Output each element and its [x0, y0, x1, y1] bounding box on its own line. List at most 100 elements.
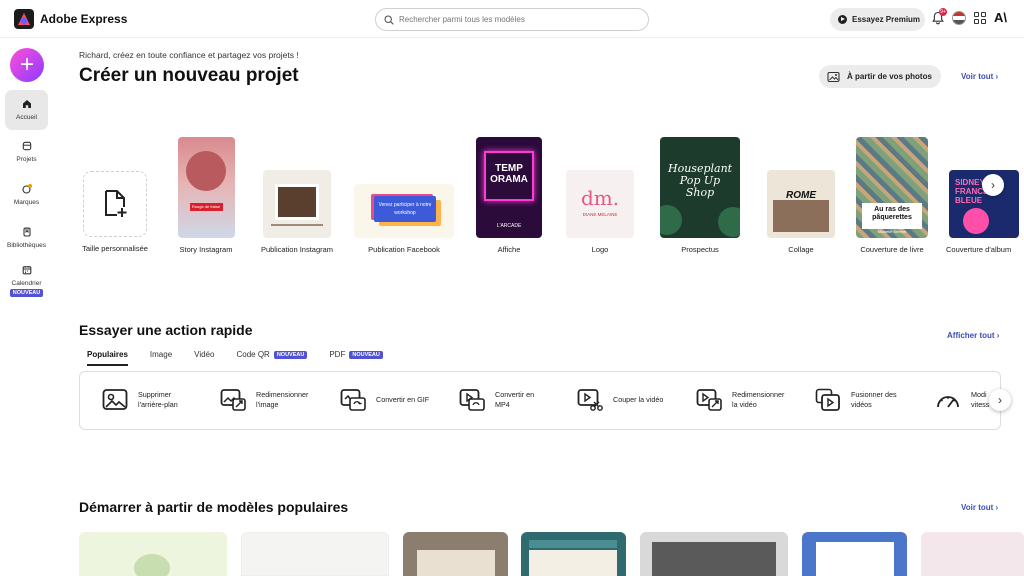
card-thumbnail	[83, 171, 147, 237]
quick-actions-tabs: Populaires Image Vidéo Code QR NOUVEAU PD…	[87, 350, 405, 366]
see-all-label: Voir tout	[961, 503, 994, 512]
merge-videos-icon	[815, 388, 840, 411]
search-icon	[384, 14, 394, 25]
action-label-line1: Convertir en	[495, 390, 535, 399]
tab-image[interactable]: Image	[150, 350, 172, 366]
new-badge: NOUVEAU	[349, 350, 383, 359]
card-label: Affiche	[497, 245, 521, 254]
tab-video[interactable]: Vidéo	[194, 350, 214, 366]
tab-pdf[interactable]: PDF NOUVEAU	[329, 350, 383, 366]
search-bar[interactable]	[375, 8, 649, 31]
thumb-title: dm.	[580, 186, 620, 210]
quick-action-trim-video[interactable]: Couper la vidéo	[577, 388, 663, 412]
quick-action-change-speed[interactable]: Modi vitess	[935, 388, 989, 412]
app-name: Adobe Express	[40, 11, 128, 26]
rail-item-libraries[interactable]: Bibliothèques	[5, 227, 48, 249]
folder-icon	[22, 141, 31, 151]
try-premium-button[interactable]: Essayez Premium	[830, 8, 925, 31]
see-all-projects-link[interactable]: Voir tout ›	[961, 72, 998, 81]
templates-title: Démarrer à partir de modèles populaires	[79, 499, 349, 515]
quick-actions-see-all-link[interactable]: Afficher tout ›	[947, 331, 999, 340]
from-photos-button[interactable]: À partir de vos photos	[819, 65, 941, 88]
thumb-title: Au ras des pâquerettes	[862, 203, 922, 229]
new-file-plus-icon	[105, 190, 127, 217]
rail-item-label: Projets	[16, 156, 37, 163]
rail-item-home[interactable]: Accueil	[5, 90, 48, 130]
thumb-title: Rouge de fraise	[189, 203, 223, 211]
top-bar: Adobe Express Essayez Premium 9+ A\	[0, 0, 1024, 38]
project-card-poster[interactable]: TEMP ORAMA L'ARCADE Affiche	[472, 137, 546, 255]
template-card[interactable]	[921, 532, 1024, 576]
app-logo[interactable]: Adobe Express	[14, 8, 128, 29]
rail-item-calendar[interactable]: Calendrier NOUVEAU	[5, 265, 48, 297]
action-label-line1: Supprimer	[138, 390, 172, 399]
brand-icon	[21, 184, 32, 194]
project-card-facebook-post[interactable]: Venez participer à notre workshop Public…	[352, 184, 456, 255]
convert-mp4-icon	[459, 389, 485, 411]
resize-image-icon	[220, 389, 246, 411]
notifications-button[interactable]: 9+	[932, 8, 947, 25]
action-label-line1: Convertir en GIF	[376, 395, 430, 404]
thumb-sub: L'ARCADE	[496, 223, 522, 229]
from-photos-label: À partir de vos photos	[847, 72, 932, 81]
tab-popular[interactable]: Populaires	[87, 350, 128, 366]
quick-action-remove-background[interactable]: Supprimer l'arrière-plan	[102, 388, 178, 412]
action-label-line1: Fusionner des	[851, 390, 897, 399]
see-all-label: Voir tout	[961, 72, 994, 81]
quick-action-convert-mp4[interactable]: Convertir en MP4	[459, 388, 534, 412]
project-card-collage[interactable]: ROME Collage	[764, 170, 838, 255]
action-label-line1: Redimensionner	[256, 390, 309, 399]
quick-actions-title: Essayer une action rapide	[79, 322, 253, 338]
user-avatar[interactable]	[952, 11, 966, 25]
plus-icon: +	[19, 51, 34, 78]
project-card-instagram-post[interactable]: Publication Instagram	[260, 170, 334, 255]
tab-label: Populaires	[87, 350, 128, 359]
quick-action-resize-image[interactable]: Redimensionner l'image	[220, 388, 308, 412]
adobe-express-logo-icon	[14, 8, 34, 29]
projects-next-button[interactable]: ›	[982, 174, 1004, 196]
template-card[interactable]	[802, 532, 907, 576]
card-thumbnail: ROME	[767, 170, 835, 238]
project-card-book-cover[interactable]: Au ras des pâquerettes Michelle Sérène C…	[852, 137, 932, 255]
quick-action-merge-videos[interactable]: Fusionner des vidéos	[815, 388, 897, 412]
tab-label: Image	[149, 350, 173, 359]
templates-see-all-link[interactable]: Voir tout ›	[961, 503, 998, 512]
project-card-logo[interactable]: dm. DIANE MELAINE Logo	[563, 170, 637, 255]
action-label-line1: Modi	[971, 390, 987, 399]
rail-item-label: Bibliothèques	[6, 242, 47, 249]
project-card-instagram-story[interactable]: Rouge de fraise Story Instagram	[172, 137, 240, 255]
card-label: Prospectus	[681, 245, 719, 254]
create-plus-button[interactable]: +	[10, 48, 44, 82]
card-thumbnail: dm. DIANE MELAINE	[566, 170, 634, 238]
card-label: Couverture de livre	[860, 245, 924, 254]
rail-item-projects[interactable]: Projets	[5, 141, 48, 163]
card-label: Collage	[788, 245, 814, 254]
card-label: Story Instagram	[179, 245, 233, 254]
quick-actions-next-button[interactable]: ›	[989, 389, 1011, 411]
see-all-label: Afficher tout	[947, 331, 995, 340]
new-badge: NOUVEAU	[273, 350, 308, 359]
apps-grid-icon[interactable]	[974, 12, 986, 24]
rail-item-label: Calendrier	[11, 280, 42, 287]
template-card[interactable]	[640, 532, 788, 576]
action-label-line1: Redimensionner	[732, 390, 785, 399]
action-label-line2: vitess	[971, 400, 990, 409]
rail-item-brands[interactable]: Marques	[5, 184, 48, 206]
template-card[interactable]	[403, 532, 508, 576]
chevron-right-icon: ›	[998, 393, 1002, 407]
tab-qr-code[interactable]: Code QR NOUVEAU	[236, 350, 308, 366]
template-card[interactable]	[79, 532, 227, 576]
card-thumbnail: Venez participer à notre workshop	[354, 184, 454, 238]
project-card-flyer[interactable]: Houseplant Pop Up Shop Prospectus	[656, 137, 744, 255]
template-card[interactable]	[521, 532, 626, 576]
template-card[interactable]	[241, 532, 389, 576]
thumb-title: Houseplant Pop Up Shop	[668, 162, 733, 199]
search-input[interactable]	[399, 15, 629, 24]
convert-gif-icon	[340, 389, 366, 411]
quick-action-resize-video[interactable]: Redimensionner la vidéo	[696, 388, 784, 412]
premium-label: Essayez Premium	[852, 15, 921, 24]
adobe-logo-icon[interactable]: A\	[994, 11, 1007, 24]
project-card-custom-size[interactable]: Taille personnalisée	[78, 171, 152, 254]
card-label: Publication Facebook	[368, 245, 440, 254]
quick-action-convert-gif[interactable]: Convertir en GIF	[340, 388, 429, 412]
